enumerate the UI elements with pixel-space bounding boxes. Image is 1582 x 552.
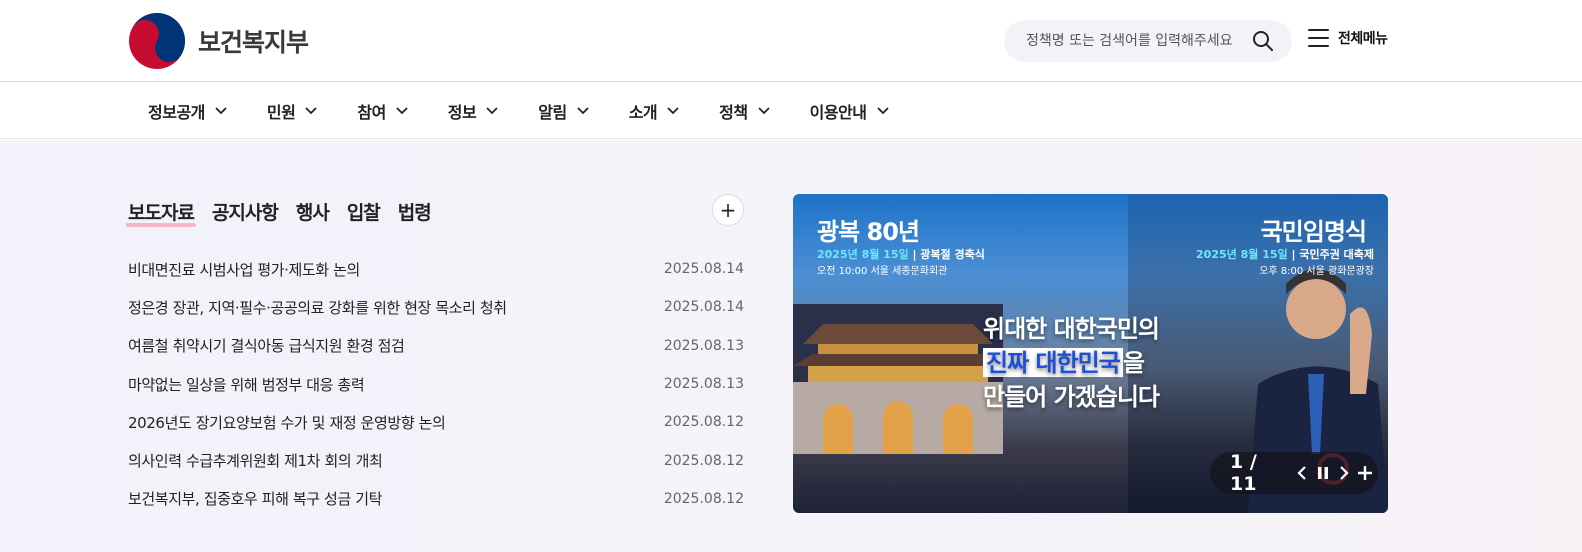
gnb-item-guide[interactable]: 이용안내 xyxy=(810,99,889,123)
news-date: 2025.08.12 xyxy=(663,414,744,431)
banner-right-event: 국민주권 대축제 xyxy=(1299,248,1374,261)
tab-announcements[interactable]: 공지사항 xyxy=(212,198,279,225)
news-date: 2025.08.14 xyxy=(663,261,744,278)
gnb-item-label: 정보공개 xyxy=(148,103,205,122)
list-item[interactable]: 의사인력 수급추계위원회 제1차 회의 개최 2025.08.12 xyxy=(128,441,744,479)
slogan-line-3: 만들어 가겠습니다 xyxy=(983,382,1160,411)
banner-left-event: 광복절 경축식 xyxy=(920,248,985,261)
banner-left-date-text: 2025년 8월 15일 xyxy=(817,248,909,261)
list-item[interactable]: 보건복지부, 집중호우 피해 복구 성금 기탁 2025.08.12 xyxy=(128,480,744,518)
tab-bids[interactable]: 입찰 xyxy=(347,198,381,225)
gnb-item-civil[interactable]: 민원 xyxy=(267,99,317,123)
slogan-line-2: 진짜 대한민국 을 xyxy=(983,346,1159,380)
news-tabs: 보도자료 공지사항 행사 입찰 법령 + xyxy=(126,194,744,228)
search-input[interactable] xyxy=(1026,33,1254,49)
list-item[interactable]: 마약없는 일상을 위해 범정부 대응 총력 2025.08.13 xyxy=(128,365,744,403)
news-title: 2026년도 장기요양보험 수가 및 재정 운영방향 논의 xyxy=(128,413,446,432)
gnb-item-information[interactable]: 정보 xyxy=(448,99,498,123)
chevron-down-icon xyxy=(577,107,589,115)
list-item[interactable]: 2026년도 장기요양보험 수가 및 재정 운영방향 논의 2025.08.12 xyxy=(128,403,744,441)
banner-left-date: 2025년 8월 15일 | 광복절 경축식 xyxy=(817,248,985,261)
site-header: 보건복지부 전체메뉴 xyxy=(0,0,1582,82)
news-title: 마약없는 일상을 위해 범정부 대응 총력 xyxy=(128,375,365,394)
prev-slide-button[interactable] xyxy=(1293,463,1310,483)
gnb-item-label: 정책 xyxy=(719,103,748,122)
news-date: 2025.08.12 xyxy=(663,452,744,469)
slogan-line-1: 위대한 대한국민의 xyxy=(983,314,1160,343)
gnb-item-about[interactable]: 소개 xyxy=(629,99,679,123)
search-box xyxy=(1004,20,1292,62)
news-date: 2025.08.13 xyxy=(663,376,744,393)
chevron-down-icon xyxy=(757,107,770,115)
gnb-item-label: 이용안내 xyxy=(809,103,867,122)
view-all-slides-button[interactable] xyxy=(1357,463,1374,483)
news-title: 여름철 취약시기 결식아동 급식지원 환경 점검 xyxy=(128,337,405,356)
tab-laws[interactable]: 법령 xyxy=(398,198,432,225)
taegeuk-logo-icon xyxy=(129,13,185,69)
main-content: 보도자료 공지사항 행사 입찰 법령 + 비대면진료 시범사업 평가·제도화 논… xyxy=(0,140,1582,552)
news-title: 보건복지부, 집중호우 피해 복구 성금 기탁 xyxy=(128,490,383,509)
news-title: 비대면진료 시범사업 평가·제도화 논의 xyxy=(128,260,360,279)
search-icon[interactable] xyxy=(1252,30,1274,52)
chevron-down-icon xyxy=(667,107,679,115)
chevron-right-icon xyxy=(1340,466,1349,480)
gnb-item-label: 참여 xyxy=(357,103,386,122)
next-slide-button[interactable] xyxy=(1336,463,1353,483)
gnb-item-label: 정보 xyxy=(447,103,477,122)
all-menu-button[interactable]: 전체메뉴 xyxy=(1308,28,1388,48)
chevron-down-icon xyxy=(305,107,317,115)
tab-press-release[interactable]: 보도자료 xyxy=(126,198,196,227)
news-date: 2025.08.12 xyxy=(663,490,744,507)
gnb-item-info-disclosure[interactable]: 정보공개 xyxy=(148,99,227,123)
news-section: 보도자료 공지사항 행사 입찰 법령 + 비대면진료 시범사업 평가·제도화 논… xyxy=(126,194,744,518)
gnb-item-participation[interactable]: 참여 xyxy=(357,99,408,123)
banner-left-title: 광복 80년 xyxy=(817,218,920,246)
pause-button[interactable] xyxy=(1315,463,1332,483)
gnb-item-label: 알림 xyxy=(538,103,567,122)
logo-text: 보건복지부 xyxy=(198,28,309,57)
slogan-suffix: 을 xyxy=(1122,348,1145,377)
tab-events[interactable]: 행사 xyxy=(296,198,330,225)
banner-right-title: 국민임명식 xyxy=(1260,218,1367,246)
hamburger-icon xyxy=(1308,29,1329,47)
slider-controls: 1 / 11 xyxy=(1210,451,1378,495)
chevron-down-icon xyxy=(486,107,498,115)
chevron-left-icon xyxy=(1297,466,1306,480)
gnb-item-notice[interactable]: 알림 xyxy=(538,99,589,123)
list-item[interactable]: 여름철 취약시기 결식아동 급식지원 환경 점검 2025.08.13 xyxy=(128,327,744,365)
chevron-down-icon xyxy=(215,107,227,115)
news-date: 2025.08.14 xyxy=(663,299,744,316)
plus-icon xyxy=(1358,466,1373,480)
news-title: 의사인력 수급추계위원회 제1차 회의 개최 xyxy=(128,452,383,471)
banner-right-date: 2025년 8월 15일 | 국민주권 대축제 xyxy=(1196,248,1374,261)
banner-left-place: 오전 10:00 서울 세종문화회관 xyxy=(817,266,948,277)
gnb-list: 정보공개 민원 참여 정보 알림 소개 정책 이용안내 xyxy=(148,83,929,139)
banner-right-place: 오후 8:00 서울 광화문광장 xyxy=(1259,266,1374,277)
promo-banner[interactable]: 광복 80년 2025년 8월 15일 | 광복절 경축식 오전 10:00 서… xyxy=(793,194,1388,513)
news-date: 2025.08.13 xyxy=(663,337,744,354)
list-item[interactable]: 비대면진료 시범사업 평가·제도화 논의 2025.08.14 xyxy=(128,250,744,288)
main-navigation: 정보공개 민원 참여 정보 알림 소개 정책 이용안내 xyxy=(0,83,1582,139)
slogan-highlight: 진짜 대한민국 xyxy=(983,348,1123,377)
more-button[interactable]: + xyxy=(712,194,744,226)
gnb-item-label: 소개 xyxy=(628,103,658,122)
chevron-down-icon xyxy=(396,107,408,115)
banner-right-date-text: 2025년 8월 15일 xyxy=(1196,248,1288,261)
gnb-item-policy[interactable]: 정책 xyxy=(719,99,770,123)
all-menu-label: 전체메뉴 xyxy=(1338,31,1388,47)
logo[interactable]: 보건복지부 xyxy=(128,12,309,70)
banner-slogan: 위대한 대한국민의 진짜 대한민국 을 만들어 가겠습니다 xyxy=(983,312,1160,414)
pause-icon xyxy=(1318,467,1329,479)
list-item[interactable]: 정은경 장관, 지역·필수·공공의료 강화를 위한 현장 목소리 청취 2025.… xyxy=(128,288,744,326)
chevron-down-icon xyxy=(876,107,889,115)
palace-illustration xyxy=(793,304,1003,454)
news-title: 정은경 장관, 지역·필수·공공의료 강화를 위한 현장 목소리 청취 xyxy=(128,298,507,317)
news-list: 비대면진료 시범사업 평가·제도화 논의 2025.08.14 정은경 장관, 지… xyxy=(128,250,744,518)
slide-counter: 1 / 11 xyxy=(1230,451,1257,495)
gnb-item-label: 민원 xyxy=(266,103,296,122)
